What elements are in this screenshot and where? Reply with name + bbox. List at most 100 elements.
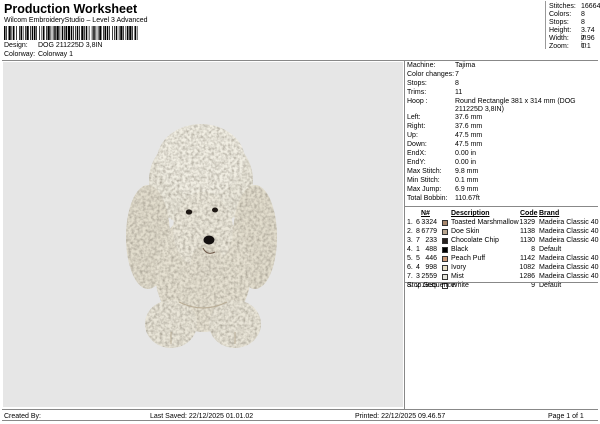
- row-index: 2.: [407, 228, 413, 235]
- stop-sequence-label: Stop Sequence:: [407, 282, 457, 289]
- color-row: 7. 3 2559 Mist 1286 Madeira Classic 40: [407, 273, 599, 282]
- thread-color-swatch: [442, 229, 448, 235]
- info-label: EndY:: [407, 159, 426, 166]
- row-description: Ivory: [451, 264, 467, 271]
- row-description: Peach Puff: [451, 255, 486, 262]
- row-brand: Madeira Classic 40: [539, 237, 599, 244]
- header-n: N#: [421, 210, 430, 217]
- info-value: Tajima: [455, 62, 476, 69]
- info-value: 37.6 mm: [455, 114, 483, 121]
- row-index: 1.: [407, 219, 413, 226]
- row-code: 1082: [519, 264, 535, 271]
- color-table-body: 1. 6 3324 Toasted Marshmallow 1329 Madeira Cl…: [407, 219, 599, 291]
- stat-value: 8: [581, 19, 585, 26]
- row-description: Chocolate Chip: [451, 237, 499, 244]
- header-brand: Brand: [539, 210, 560, 217]
- color-table-header: N# Description Code Brand: [407, 210, 599, 219]
- color-row: 5. 5 446 Peach Puff 1142 Madeira Classic 40: [407, 255, 599, 264]
- info-label: Left:: [407, 114, 421, 121]
- info-label: Total Bobbin:: [407, 195, 448, 202]
- row-thread-number: 3324: [421, 219, 437, 226]
- info-label: Machine:: [407, 62, 436, 69]
- info-label: Color changes:: [407, 71, 455, 78]
- row-needle: 1: [416, 246, 420, 253]
- stat-value: 1:1: [581, 43, 591, 50]
- stat-label: Zoom:: [549, 43, 569, 50]
- header-code: Code: [520, 210, 538, 217]
- row-code: 1329: [519, 219, 535, 226]
- row-needle: 3: [416, 273, 420, 280]
- column-divider: [404, 60, 405, 409]
- thread-color-swatch: [442, 274, 448, 280]
- color-table: N# Description Code Brand 1. 6 3324 Toasted…: [407, 210, 599, 291]
- info-label: Min Stitch:: [407, 177, 440, 184]
- row-brand: Madeira Classic 40: [539, 228, 599, 235]
- stat-stitches: Stitches: 16664: [549, 3, 600, 10]
- row-code: 9: [531, 282, 535, 289]
- info-label: EndX:: [407, 150, 427, 157]
- row-code: 8: [531, 246, 535, 253]
- row-needle: 8: [416, 228, 420, 235]
- row-description: Mist: [451, 273, 464, 280]
- row-thread-number: 488: [425, 246, 437, 253]
- info-value: 0.00 in: [455, 150, 477, 157]
- info-label: Up:: [407, 132, 418, 139]
- bottom-border: [2, 420, 598, 421]
- info-value: 47.5 mm: [455, 141, 483, 148]
- info-value: 8: [455, 80, 459, 87]
- row-thread-number: 2559: [421, 273, 437, 280]
- color-row: 4. 1 488 Black 8 Default: [407, 246, 599, 255]
- stat-height: Height: 3.74 in: [549, 27, 599, 41]
- info-value: 0.00 in: [455, 159, 477, 166]
- info-label: Max Stitch:: [407, 168, 442, 175]
- row-brand: Madeira Classic 40: [539, 219, 599, 226]
- stat-value: 8: [581, 11, 585, 18]
- info-label: Right:: [407, 123, 426, 130]
- row-index: 5.: [407, 255, 413, 262]
- row-description: Black: [451, 246, 469, 253]
- thread-color-swatch: [442, 256, 448, 262]
- row-needle: 5: [416, 255, 420, 262]
- last-saved: Last Saved: 22/12/2025 01.01.02: [150, 413, 254, 420]
- info-value: 110.67ft: [455, 195, 480, 202]
- stat-label: Stops:: [549, 19, 569, 26]
- row-code: 1286: [519, 273, 535, 280]
- color-row: 1. 6 3324 Toasted Marshmallow 1329 Madeira Cl…: [407, 219, 599, 228]
- row-code: 1142: [519, 255, 535, 262]
- stat-width: Width: 2.96 in: [549, 35, 599, 49]
- row-thread-number: 233: [425, 237, 437, 244]
- stat-label: Height:: [549, 27, 572, 34]
- colorway-value: Colorway 1: [38, 51, 74, 58]
- row-index: 4.: [407, 246, 413, 253]
- thread-color-swatch: [442, 220, 448, 226]
- stat-value: 16664: [581, 3, 600, 10]
- header-divider: [2, 60, 598, 61]
- row-needle: 4: [416, 264, 420, 271]
- info-value: 9.8 mm: [455, 168, 479, 175]
- info-label: Max Jump:: [407, 186, 442, 193]
- row-description: Doe Skin: [451, 228, 480, 235]
- info-value: 7: [455, 71, 459, 78]
- design-value: DOG 211225D 3,8IN: [38, 42, 103, 49]
- row-thread-number: 6779: [421, 228, 437, 235]
- info-value: 37.6 mm: [455, 123, 483, 130]
- stat-label: Width:: [549, 35, 569, 42]
- row-brand: Madeira Classic 40: [539, 255, 599, 262]
- row-index: 7.: [407, 273, 413, 280]
- row-code: 1138: [519, 228, 535, 235]
- thread-color-swatch: [442, 247, 448, 253]
- info-value: 47.5 mm: [455, 132, 483, 139]
- design-preview: [3, 62, 403, 407]
- stats-panel: Stitches: 16664 Colors: 8 Stops: 8 Height: 3…: [545, 1, 600, 50]
- row-thread-number: 998: [425, 264, 437, 271]
- row-brand: Madeira Classic 40: [539, 273, 599, 280]
- info-value: 6.9 mm: [455, 186, 479, 193]
- stat-colors: Colors: 8: [549, 11, 599, 18]
- row-brand: Madeira Classic 40: [539, 264, 599, 271]
- info-value: 0.1 mm: [455, 177, 479, 184]
- info-value: 11: [455, 89, 463, 96]
- stat-stops: Stops: 8: [549, 19, 599, 26]
- stat-zoom: Zoom: 1:1: [549, 43, 599, 50]
- row-index: 6.: [407, 264, 413, 271]
- printed-date: Printed: 22/12/2025 09.46.57: [355, 413, 446, 420]
